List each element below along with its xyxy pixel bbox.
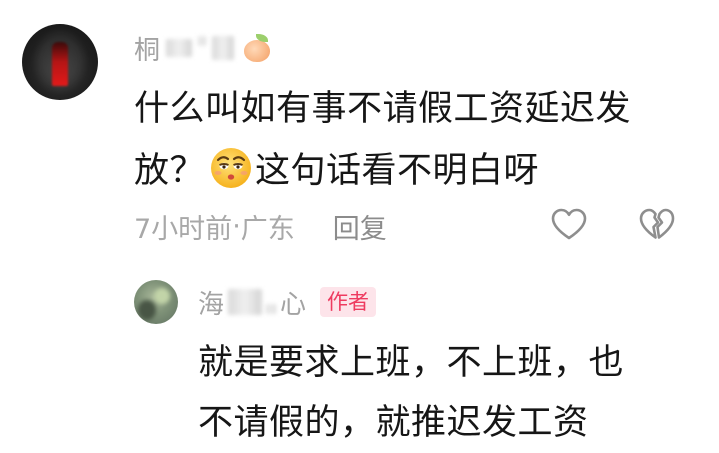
comment-location: 广东 [240, 213, 295, 245]
peach-icon [242, 34, 272, 62]
reply-button[interactable]: 回复 [333, 207, 387, 246]
reply-line-1: 就是要求上班，不上班，也 [198, 343, 625, 383]
heart-outline-icon[interactable] [549, 205, 589, 245]
author-badge: 作者 [320, 287, 377, 317]
comment-body: 什么叫如有事不请假工资延迟发 放？ 这句话看不明白呀 [134, 78, 694, 202]
broken-heart-outline-icon[interactable] [637, 205, 677, 245]
comment-line-2-end: 这句话看不明白呀 [255, 151, 540, 191]
reply-line-2: 不请假的，就推迟发工资 [198, 403, 589, 443]
replier-avatar[interactable] [134, 280, 178, 324]
reply-username-prefix: 海 [198, 289, 225, 320]
username-blur-2 [198, 36, 207, 46]
comment-time: 7小时前 [134, 213, 233, 245]
username-blur-3 [212, 36, 235, 60]
avatar-highlight [154, 288, 170, 304]
comment-line-1: 什么叫如有事不请假工资延迟发 [134, 89, 632, 129]
reply-username-suffix: 心 [280, 289, 307, 320]
username-prefix: 桐 [134, 35, 161, 66]
squinting-face-emoji-icon [211, 148, 252, 188]
username-blur-1 [166, 39, 193, 57]
avatar-shadow [138, 300, 156, 320]
comment-line-2: 放？ 这句话看不明白呀 [134, 140, 694, 202]
avatar-figure [52, 42, 68, 86]
reply-body: 就是要求上班，不上班，也 不请假的，就推迟发工资 [198, 333, 678, 453]
commenter-username[interactable]: 桐 [134, 28, 272, 68]
reply-username-blur-2 [266, 304, 277, 314]
comment-meta: 7小时前 · 广东 回复 [134, 204, 387, 248]
commenter-avatar[interactable] [22, 24, 98, 100]
reply-username-blur-1 [228, 289, 263, 315]
meta-separator: · [232, 210, 241, 242]
replier-username[interactable]: 海 心 作者 [198, 281, 377, 323]
comment-line-2-start: 放？ [134, 151, 206, 191]
